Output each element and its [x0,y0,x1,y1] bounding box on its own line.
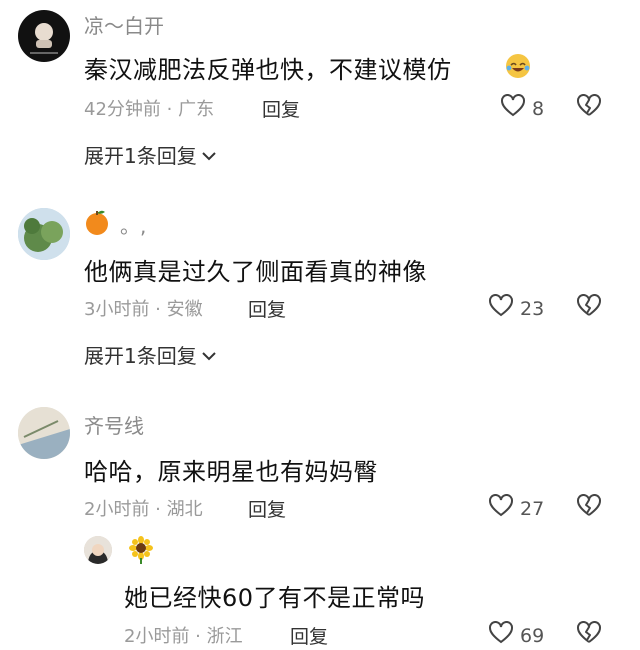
username[interactable]: 凉～白开 [84,10,164,39]
expand-replies-button[interactable]: 展开1条回复 [84,340,217,369]
laughing-emoji-icon [505,53,531,83]
reply-button[interactable]: 回复 [262,95,300,122]
heart-icon [500,94,526,123]
username[interactable]: 齐号线 [84,410,144,439]
avatar[interactable] [18,10,70,62]
like-button[interactable]: 23 [488,294,544,323]
reply-meta: 2小时前 · 浙江 [124,626,243,647]
like-count: 27 [520,497,545,520]
like-count: 8 [532,97,545,120]
comment-text: 他俩真是过久了侧面看真的神像 [84,258,427,286]
comment-meta: 2小时前 · 湖北 [84,499,203,520]
avatar[interactable] [18,208,70,260]
like-button[interactable]: 8 [500,94,544,123]
like-button[interactable]: 69 [488,621,544,650]
reply-button[interactable]: 回复 [248,495,286,522]
sunflower-emoji-icon [128,536,154,568]
comment-meta: 42分钟前 · 广东 [84,99,215,120]
avatar[interactable] [84,536,112,564]
like-button[interactable]: 27 [488,494,544,523]
reply-button[interactable]: 回复 [248,295,286,322]
dislike-broken-heart-icon[interactable] [576,494,602,522]
dislike-broken-heart-icon[interactable] [576,294,602,322]
comment-text: 秦汉减肥法反弹也快，不建议模仿 [84,56,452,84]
heart-icon [488,621,514,650]
reply-button[interactable]: 回复 [290,622,328,649]
like-count: 69 [520,624,545,647]
heart-icon [488,494,514,523]
like-count: 23 [520,297,545,320]
chevron-down-icon [201,343,217,367]
dislike-broken-heart-icon[interactable] [576,621,602,649]
orange-emoji-icon [84,208,110,240]
expand-replies-label: 展开1条回复 [84,344,197,368]
expand-replies-label: 展开1条回复 [84,144,197,168]
avatar[interactable] [18,407,70,459]
username[interactable]: 。, [120,210,146,239]
chevron-down-icon [201,143,217,167]
comment-text: 哈哈，原来明星也有妈妈臀 [84,458,378,486]
dislike-broken-heart-icon[interactable] [576,94,602,122]
reply-text: 她已经快60了有不是正常吗 [124,584,426,612]
expand-replies-button[interactable]: 展开1条回复 [84,140,217,169]
comment-meta: 3小时前 · 安徽 [84,299,203,320]
heart-icon [488,294,514,323]
